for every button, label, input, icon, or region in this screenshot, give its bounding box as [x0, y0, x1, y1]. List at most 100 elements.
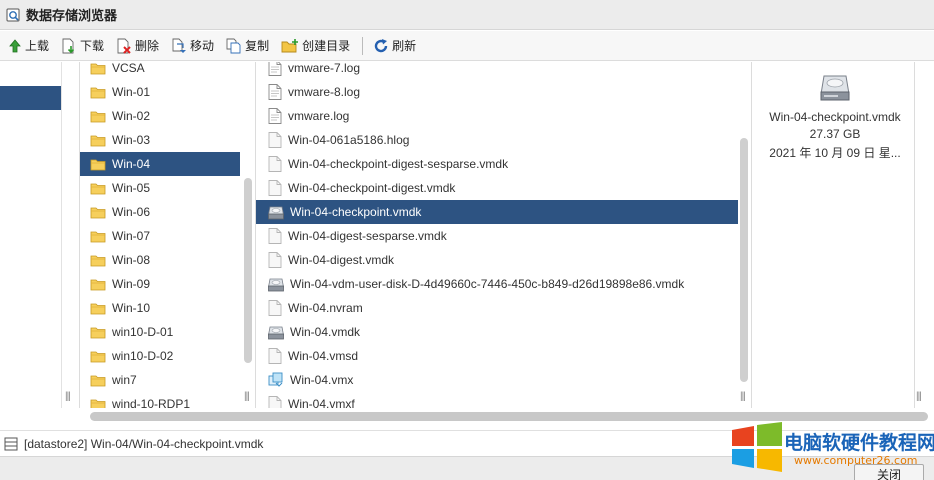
- folder-item[interactable]: wind-10-RDP1: [80, 392, 240, 408]
- file-label: Win-04-digest.vmdk: [288, 253, 395, 267]
- folder-item[interactable]: Win-06: [80, 200, 240, 224]
- folder-icon: [90, 133, 112, 147]
- file-item[interactable]: Win-04.vmsd: [256, 344, 738, 368]
- pane-divider: [914, 62, 915, 408]
- new-folder-icon: [281, 38, 299, 52]
- file-label: Win-04.vmdk: [290, 325, 361, 339]
- folder-icon: [90, 253, 112, 267]
- file-item[interactable]: vmware-8.log: [256, 80, 738, 104]
- title-bar: 数据存储浏览器: [0, 0, 934, 30]
- toolbar: 上载 下载 删除 移动 复制 创建目录 刷新: [0, 31, 934, 61]
- horizontal-scrollbar[interactable]: [90, 412, 928, 421]
- file-label: vmware-7.log: [288, 62, 361, 75]
- windows-logo: [732, 422, 782, 472]
- file-label: Win-04.vmx: [290, 373, 354, 387]
- new-folder-label: 创建目录: [302, 39, 351, 53]
- file-item[interactable]: Win-04-vdm-user-disk-D-4d49660c-7446-450…: [256, 272, 738, 296]
- file-label: Win-04.vmsd: [288, 349, 359, 363]
- folder-item[interactable]: VCSA: [80, 62, 240, 80]
- move-file-icon: [172, 38, 187, 53]
- refresh-button[interactable]: 刷新: [373, 37, 416, 54]
- folder-item[interactable]: Win-02: [80, 104, 240, 128]
- folder-item[interactable]: win7: [80, 368, 240, 392]
- folder-item[interactable]: Win-01: [80, 80, 240, 104]
- folder-item[interactable]: Win-05: [80, 176, 240, 200]
- file-item[interactable]: Win-04-checkpoint.vmdk: [256, 200, 738, 224]
- folder-label: Win-10: [112, 301, 151, 315]
- delete-button[interactable]: 删除: [116, 37, 159, 54]
- folder-list: VCSA Win-01 Win-02 Win-03 Win-04 Win-05 Win-06…: [80, 62, 240, 408]
- file-pane-scrollbar[interactable]: [740, 138, 748, 382]
- new-folder-button[interactable]: 创建目录: [281, 37, 350, 54]
- file-item[interactable]: Win-04.vmdk: [256, 320, 738, 344]
- folder-icon: [90, 62, 112, 75]
- folder-item[interactable]: Win-04: [80, 152, 240, 176]
- folder-item[interactable]: win10-D-01: [80, 320, 240, 344]
- file-item[interactable]: Win-04.nvram: [256, 296, 738, 320]
- file-item[interactable]: Win-04-checkpoint-digest.vmdk: [256, 176, 738, 200]
- download-button[interactable]: 下载: [61, 37, 104, 54]
- folder-item[interactable]: Win-10: [80, 296, 240, 320]
- folder-pane-splitter[interactable]: |||: [244, 391, 250, 402]
- folder-icon: [90, 181, 112, 195]
- folder-pane-scrollbar[interactable]: [244, 178, 252, 363]
- upload-label: 上载: [25, 39, 50, 53]
- document-icon: [268, 108, 288, 124]
- blank-file-icon: [268, 228, 288, 244]
- copy-file-icon: [226, 38, 241, 53]
- file-label: Win-04.vmxf: [288, 397, 355, 408]
- folder-label: win10-D-02: [112, 349, 174, 363]
- disk-icon: [268, 276, 290, 292]
- folder-label: Win-06: [112, 205, 151, 219]
- selected-datastore-row[interactable]: [0, 86, 61, 110]
- detail-file-name: Win-04-checkpoint.vmdk: [769, 110, 901, 124]
- folder-item[interactable]: Win-03: [80, 128, 240, 152]
- blank-file-icon: [268, 396, 288, 408]
- file-item[interactable]: Win-04.vmxf: [256, 392, 738, 408]
- folder-label: Win-01: [112, 85, 151, 99]
- upload-button[interactable]: 上载: [8, 37, 49, 54]
- file-label: Win-04-checkpoint-digest-sesparse.vmdk: [288, 157, 509, 171]
- folder-label: wind-10-RDP1: [112, 397, 191, 408]
- selected-file-path: [datastore2] Win-04/Win-04-checkpoint.vm…: [24, 436, 264, 451]
- upload-arrow-icon: [9, 38, 21, 52]
- folder-item[interactable]: win10-D-02: [80, 344, 240, 368]
- document-icon: [268, 84, 288, 100]
- vm-config-icon: [268, 372, 290, 388]
- datastore-pane-splitter[interactable]: |||: [65, 391, 71, 402]
- move-button[interactable]: 移动: [171, 37, 214, 54]
- folder-icon: [90, 157, 112, 171]
- folder-label: Win-03: [112, 133, 151, 147]
- blank-file-icon: [268, 348, 288, 364]
- file-item[interactable]: Win-04-061a5186.hlog: [256, 128, 738, 152]
- file-label: Win-04-vdm-user-disk-D-4d49660c-7446-450…: [290, 277, 685, 291]
- download-file-icon: [62, 38, 75, 53]
- datastore-pane: [0, 62, 62, 408]
- file-item[interactable]: Win-04-digest-sesparse.vmdk: [256, 224, 738, 248]
- folder-item[interactable]: Win-07: [80, 224, 240, 248]
- delete-file-icon: [117, 38, 131, 54]
- folder-icon: [90, 205, 112, 219]
- file-pane-splitter[interactable]: |||: [740, 391, 746, 402]
- folder-item[interactable]: Win-08: [80, 248, 240, 272]
- folder-label: VCSA: [112, 62, 145, 75]
- detail-pane-splitter[interactable]: |||: [916, 391, 922, 402]
- folder-label: Win-04: [112, 157, 151, 171]
- file-item[interactable]: Win-04-digest.vmdk: [256, 248, 738, 272]
- file-item[interactable]: vmware.log: [256, 104, 738, 128]
- disk-icon: [268, 324, 290, 340]
- file-item[interactable]: vmware-7.log: [256, 62, 738, 80]
- file-label: Win-04.nvram: [288, 301, 363, 315]
- detail-file-size: 27.37 GB: [809, 127, 861, 141]
- blank-file-icon: [268, 156, 288, 172]
- file-item[interactable]: Win-04.vmx: [256, 368, 738, 392]
- move-label: 移动: [190, 39, 215, 53]
- folder-item[interactable]: Win-09: [80, 272, 240, 296]
- file-label: vmware-8.log: [288, 85, 361, 99]
- file-item[interactable]: Win-04-checkpoint-digest-sesparse.vmdk: [256, 152, 738, 176]
- file-label: vmware.log: [288, 109, 350, 123]
- copy-label: 复制: [245, 39, 270, 53]
- folder-label: Win-08: [112, 253, 151, 267]
- file-label: Win-04-061a5186.hlog: [288, 133, 410, 147]
- copy-button[interactable]: 复制: [226, 37, 269, 54]
